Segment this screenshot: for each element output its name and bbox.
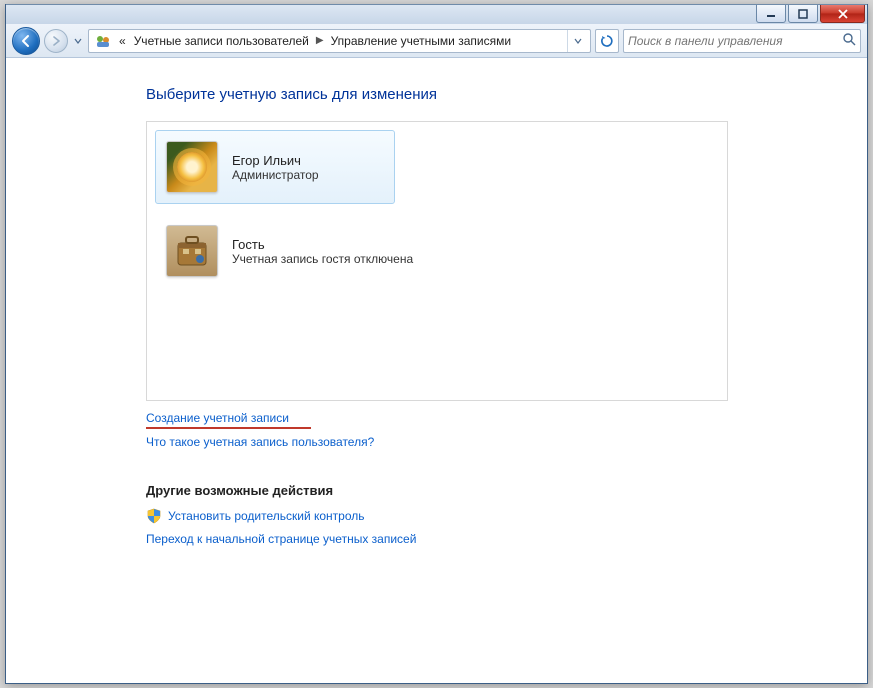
search-input[interactable]	[628, 34, 838, 48]
refresh-icon	[600, 34, 614, 48]
maximize-button[interactable]	[788, 5, 818, 23]
account-name: Гость	[232, 237, 413, 252]
minimize-button[interactable]	[756, 5, 786, 23]
arrow-left-icon	[19, 34, 33, 48]
window: « Учетные записи пользователей ▶ Управле…	[5, 4, 868, 684]
shield-icon	[146, 508, 162, 524]
refresh-button[interactable]	[595, 29, 619, 53]
breadcrumb-seg-accounts[interactable]: Учетные записи пользователей	[130, 34, 313, 48]
search-box[interactable]	[623, 29, 861, 53]
link-accounts-home[interactable]: Переход к начальной странице учетных зап…	[146, 532, 416, 546]
annotation-underline	[146, 427, 311, 429]
account-item-admin[interactable]: Егор Ильич Администратор	[155, 130, 395, 204]
chevron-down-icon	[74, 37, 82, 45]
page-heading: Выберите учетную запись для изменения	[146, 86, 867, 103]
action-go-home[interactable]: Переход к начальной странице учетных зап…	[146, 532, 867, 546]
user-accounts-icon	[94, 32, 112, 50]
chevron-down-icon	[574, 37, 582, 45]
address-bar: « Учетные записи пользователей ▶ Управле…	[6, 24, 867, 58]
breadcrumb-prefix: «	[115, 34, 130, 48]
account-role: Администратор	[232, 168, 319, 182]
breadcrumb-separator-icon: ▶	[313, 35, 327, 46]
minimize-icon	[766, 9, 776, 19]
links-block: Создание учетной записи Что такое учетна…	[146, 411, 867, 455]
breadcrumb-seg-manage[interactable]: Управление учетными записями	[327, 34, 515, 48]
link-what-is-account[interactable]: Что такое учетная запись пользователя?	[146, 435, 374, 449]
content: Выберите учетную запись для изменения Ег…	[6, 58, 867, 546]
maximize-icon	[798, 9, 808, 19]
account-name: Егор Ильич	[232, 153, 319, 168]
nav-back-button[interactable]	[12, 27, 40, 55]
arrow-right-icon	[51, 36, 61, 46]
avatar	[166, 141, 218, 193]
link-parental-control[interactable]: Установить родительский контроль	[168, 509, 365, 523]
titlebar	[6, 4, 867, 24]
action-parental-control[interactable]: Установить родительский контроль	[146, 508, 867, 524]
search-icon	[842, 32, 856, 49]
link-create-account[interactable]: Создание учетной записи	[146, 411, 289, 425]
nav-forward-button[interactable]	[44, 29, 68, 53]
nav-history-dropdown[interactable]	[72, 27, 84, 55]
accounts-list: Егор Ильич Администратор	[146, 121, 728, 401]
account-item-guest[interactable]: Гость Учетная запись гостя отключена	[155, 214, 719, 288]
avatar	[166, 225, 218, 277]
account-role: Учетная запись гостя отключена	[232, 252, 413, 266]
close-icon	[837, 9, 849, 19]
breadcrumb-dropdown[interactable]	[568, 30, 588, 52]
close-button[interactable]	[820, 5, 865, 23]
other-actions-title: Другие возможные действия	[146, 483, 867, 498]
breadcrumb[interactable]: « Учетные записи пользователей ▶ Управле…	[88, 29, 591, 53]
